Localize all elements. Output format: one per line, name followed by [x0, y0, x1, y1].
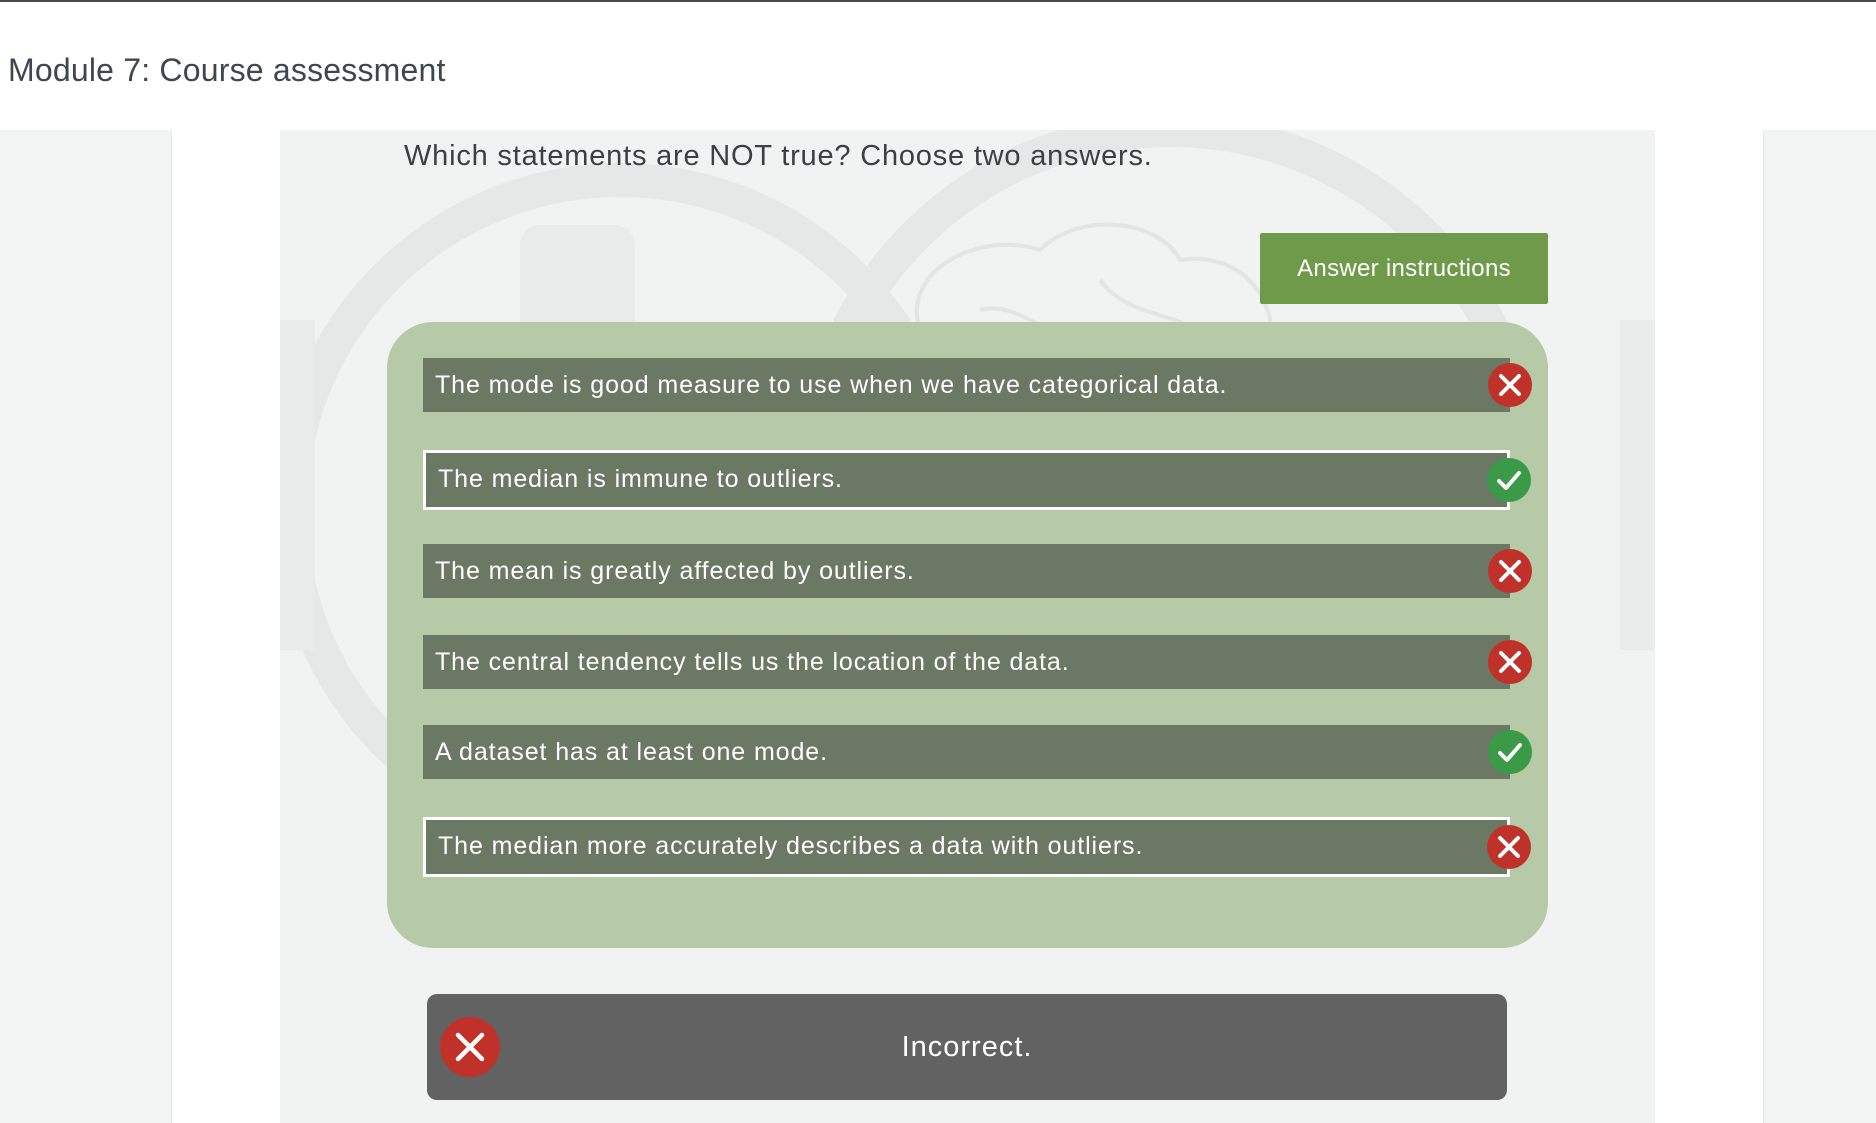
answer-instructions-button[interactable]: Answer instructions: [1260, 233, 1548, 304]
answer-option-text: The mode is good measure to use when we …: [435, 371, 1228, 399]
check-icon: [1488, 730, 1532, 774]
question-text: Which statements are NOT true? Choose tw…: [404, 140, 1153, 172]
x-icon: [1487, 825, 1531, 869]
answer-option-text: A dataset has at least one mode.: [435, 738, 828, 766]
answer-option-selected[interactable]: The median more accurately describes a d…: [423, 817, 1531, 877]
feedback-text: Incorrect.: [901, 1031, 1033, 1063]
feedback-banner: Incorrect.: [427, 994, 1507, 1100]
answer-option-selected[interactable]: The median is immune to outliers.: [423, 450, 1531, 510]
answer-option-text: The median more accurately describes a d…: [438, 832, 1144, 860]
answer-option[interactable]: A dataset has at least one mode.: [423, 725, 1532, 779]
options-panel: The mode is good measure to use when we …: [387, 322, 1548, 948]
x-icon: [1488, 640, 1532, 684]
answer-option-text: The central tendency tells us the locati…: [435, 648, 1070, 676]
check-icon: [1487, 458, 1531, 502]
page-title: Module 7: Course assessment: [8, 52, 446, 88]
answer-option[interactable]: The central tendency tells us the locati…: [423, 635, 1532, 689]
answer-option-text: The median is immune to outliers.: [438, 465, 843, 493]
page-header: Module 7: Course assessment: [0, 2, 1876, 130]
answer-option-text: The mean is greatly affected by outliers…: [435, 557, 915, 585]
x-icon: [1488, 549, 1532, 593]
answer-option[interactable]: The mode is good measure to use when we …: [423, 358, 1532, 412]
x-icon: [1488, 363, 1532, 407]
answer-option[interactable]: The mean is greatly affected by outliers…: [423, 544, 1532, 598]
quiz-activity: Which statements are NOT true? Choose tw…: [280, 130, 1655, 1123]
x-icon: [440, 1017, 500, 1077]
